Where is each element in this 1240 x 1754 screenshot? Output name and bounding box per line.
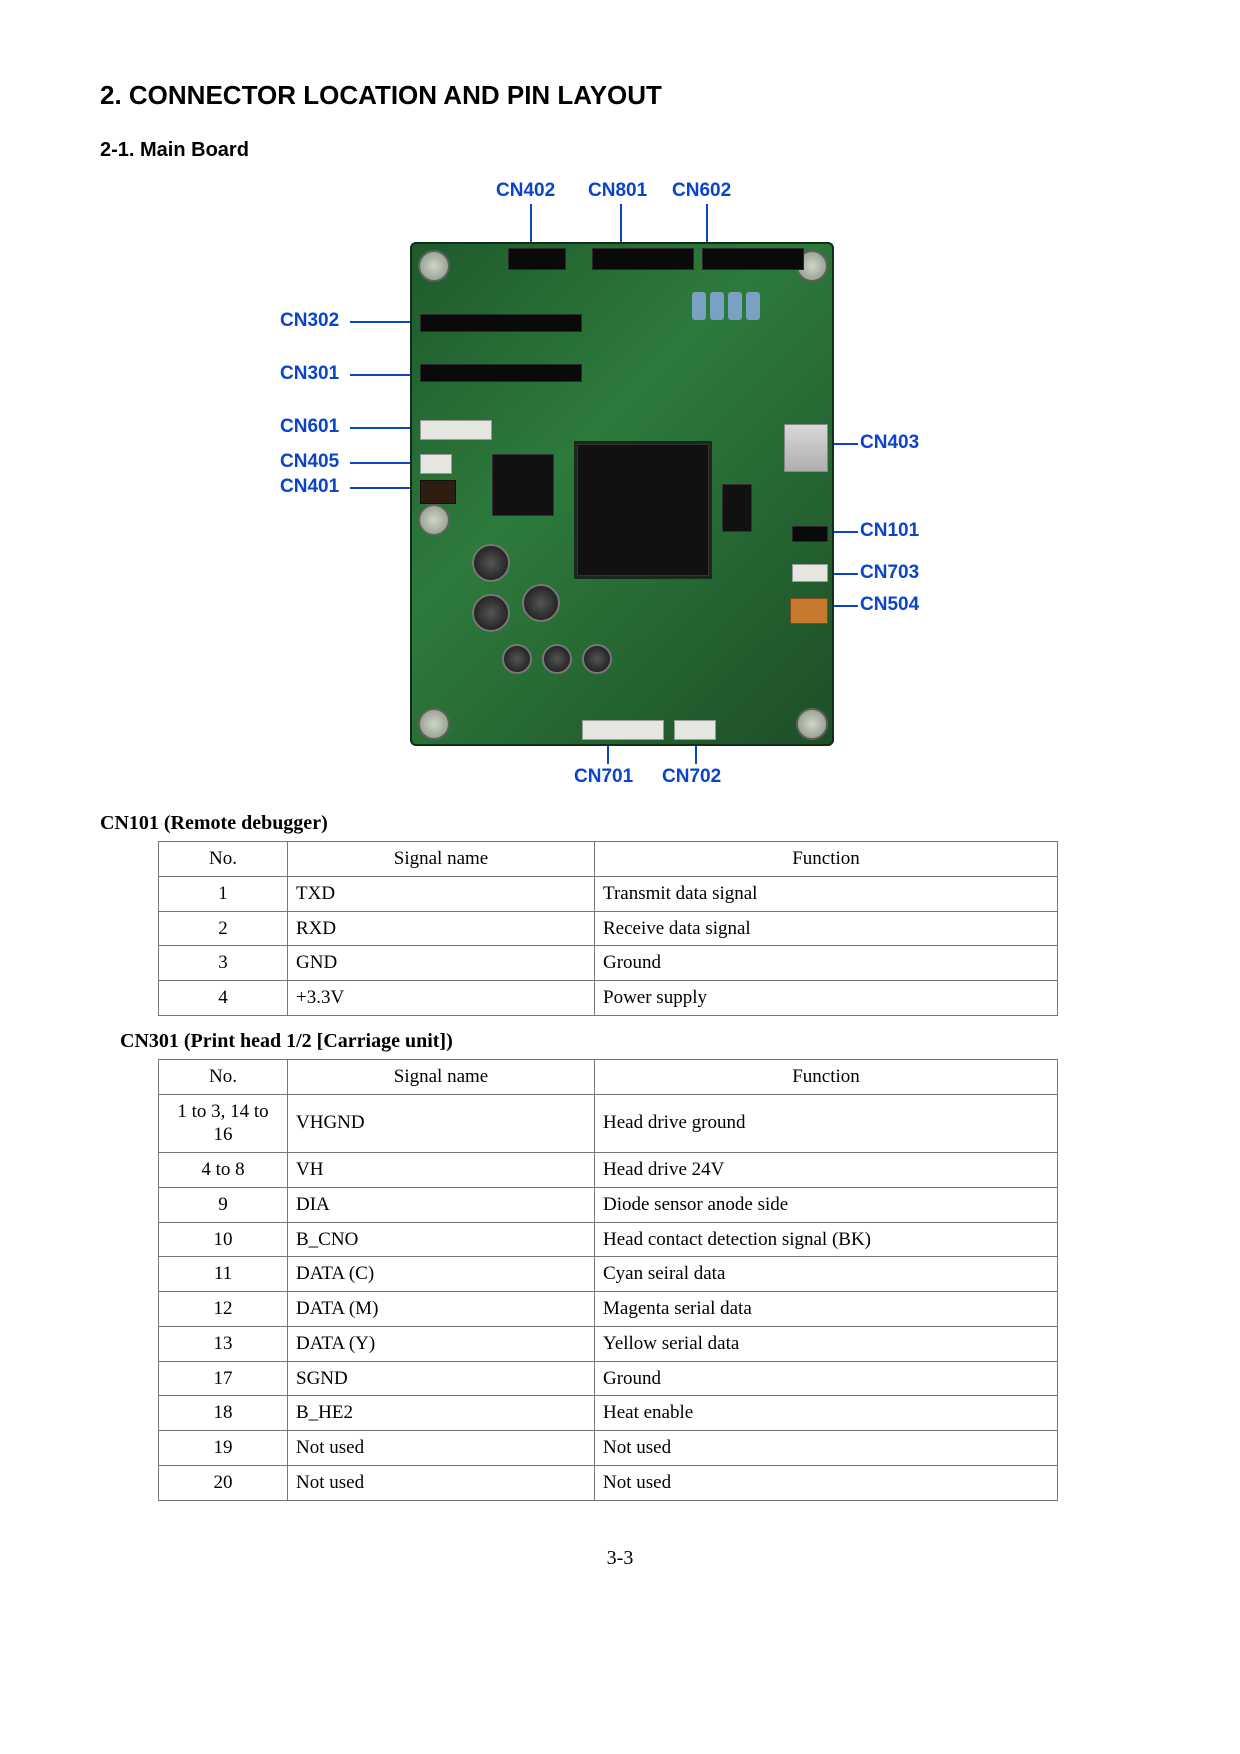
cell-function: Receive data signal <box>595 911 1058 946</box>
cell-no: 13 <box>159 1326 288 1361</box>
table2-title: CN301 (Print head 1/2 [Carriage unit]) <box>120 1030 1140 1053</box>
subsection-heading: 2-1. Main Board <box>100 139 1140 162</box>
callout-cn302: CN302 <box>280 310 339 332</box>
callout-cn702: CN702 <box>662 766 721 788</box>
cell-no: 19 <box>159 1431 288 1466</box>
cell-function: Yellow serial data <box>595 1326 1058 1361</box>
col-no: No. <box>159 1059 288 1094</box>
table1-title: CN101 (Remote debugger) <box>100 812 1140 835</box>
callout-cn703: CN703 <box>860 562 919 584</box>
table-row: 12DATA (M)Magenta serial data <box>159 1292 1058 1327</box>
cell-signal: DATA (M) <box>288 1292 595 1327</box>
table-row: 10B_CNOHead contact detection signal (BK… <box>159 1222 1058 1257</box>
table-row: 4 to 8VHHead drive 24V <box>159 1153 1058 1188</box>
cell-signal: GND <box>288 946 595 981</box>
cell-function: Diode sensor anode side <box>595 1187 1058 1222</box>
page-number: 3-3 <box>100 1547 1140 1570</box>
main-board-figure: CN402 CN801 CN602 CN302 CN301 CN601 CN40… <box>280 180 960 792</box>
cell-no: 4 to 8 <box>159 1153 288 1188</box>
table-row: 20Not usedNot used <box>159 1465 1058 1500</box>
cell-signal: TXD <box>288 876 595 911</box>
cell-no: 10 <box>159 1222 288 1257</box>
cell-function: Transmit data signal <box>595 876 1058 911</box>
table-row: 11DATA (C)Cyan seiral data <box>159 1257 1058 1292</box>
callout-cn401: CN401 <box>280 476 339 498</box>
cell-no: 12 <box>159 1292 288 1327</box>
cell-signal: B_CNO <box>288 1222 595 1257</box>
cell-function: Magenta serial data <box>595 1292 1058 1327</box>
cell-function: Ground <box>595 1361 1058 1396</box>
cell-function: Ground <box>595 946 1058 981</box>
table-cn301: No. Signal name Function 1 to 3, 14 to 1… <box>158 1059 1058 1501</box>
cell-signal: SGND <box>288 1361 595 1396</box>
callout-cn301: CN301 <box>280 363 339 385</box>
cell-no: 20 <box>159 1465 288 1500</box>
callout-cn402: CN402 <box>496 180 555 202</box>
callout-cn601: CN601 <box>280 416 339 438</box>
cell-signal: +3.3V <box>288 981 595 1016</box>
table-row: 18B_HE2Heat enable <box>159 1396 1058 1431</box>
cell-function: Cyan seiral data <box>595 1257 1058 1292</box>
table-row: 13DATA (Y)Yellow serial data <box>159 1326 1058 1361</box>
cell-no: 2 <box>159 911 288 946</box>
callout-cn701: CN701 <box>574 766 633 788</box>
cell-no: 18 <box>159 1396 288 1431</box>
cell-function: Heat enable <box>595 1396 1058 1431</box>
cell-no: 1 to 3, 14 to 16 <box>159 1094 288 1153</box>
callout-line <box>620 204 622 246</box>
callout-cn504: CN504 <box>860 594 919 616</box>
table-row: 1 to 3, 14 to 16VHGNDHead drive ground <box>159 1094 1058 1153</box>
table-header-row: No. Signal name Function <box>159 842 1058 877</box>
cell-no: 3 <box>159 946 288 981</box>
col-no: No. <box>159 842 288 877</box>
cell-function: Not used <box>595 1431 1058 1466</box>
cell-signal: DIA <box>288 1187 595 1222</box>
cell-no: 1 <box>159 876 288 911</box>
section-heading: 2. CONNECTOR LOCATION AND PIN LAYOUT <box>100 80 1140 111</box>
callout-line <box>706 204 708 246</box>
callout-line <box>350 321 410 323</box>
cell-signal: VH <box>288 1153 595 1188</box>
callout-line <box>350 427 410 429</box>
table-row: 2RXDReceive data signal <box>159 911 1058 946</box>
callout-cn101: CN101 <box>860 520 919 542</box>
cell-no: 4 <box>159 981 288 1016</box>
cell-signal: B_HE2 <box>288 1396 595 1431</box>
cell-signal: Not used <box>288 1465 595 1500</box>
cell-function: Not used <box>595 1465 1058 1500</box>
cell-function: Head drive 24V <box>595 1153 1058 1188</box>
callout-line <box>530 204 532 246</box>
cell-function: Head contact detection signal (BK) <box>595 1222 1058 1257</box>
table-row: 1TXDTransmit data signal <box>159 876 1058 911</box>
pcb-image <box>410 242 834 746</box>
callout-cn405: CN405 <box>280 451 339 473</box>
callout-line <box>350 462 410 464</box>
col-function: Function <box>595 842 1058 877</box>
callout-cn801: CN801 <box>588 180 647 202</box>
table-row: 19Not usedNot used <box>159 1431 1058 1466</box>
cell-signal: VHGND <box>288 1094 595 1153</box>
col-function: Function <box>595 1059 1058 1094</box>
cell-function: Head drive ground <box>595 1094 1058 1153</box>
cell-signal: RXD <box>288 911 595 946</box>
cell-signal: DATA (Y) <box>288 1326 595 1361</box>
table-header-row: No. Signal name Function <box>159 1059 1058 1094</box>
callout-line <box>350 374 410 376</box>
cell-signal: Not used <box>288 1431 595 1466</box>
cell-no: 11 <box>159 1257 288 1292</box>
callout-cn602: CN602 <box>672 180 731 202</box>
table-row: 9DIADiode sensor anode side <box>159 1187 1058 1222</box>
table-cn101: No. Signal name Function 1TXDTransmit da… <box>158 841 1058 1016</box>
table-row: 17SGNDGround <box>159 1361 1058 1396</box>
cell-function: Power supply <box>595 981 1058 1016</box>
cell-no: 17 <box>159 1361 288 1396</box>
callout-cn403: CN403 <box>860 432 919 454</box>
col-signal: Signal name <box>288 1059 595 1094</box>
cell-signal: DATA (C) <box>288 1257 595 1292</box>
cell-no: 9 <box>159 1187 288 1222</box>
table-row: 4+3.3VPower supply <box>159 981 1058 1016</box>
table-row: 3GNDGround <box>159 946 1058 981</box>
col-signal: Signal name <box>288 842 595 877</box>
